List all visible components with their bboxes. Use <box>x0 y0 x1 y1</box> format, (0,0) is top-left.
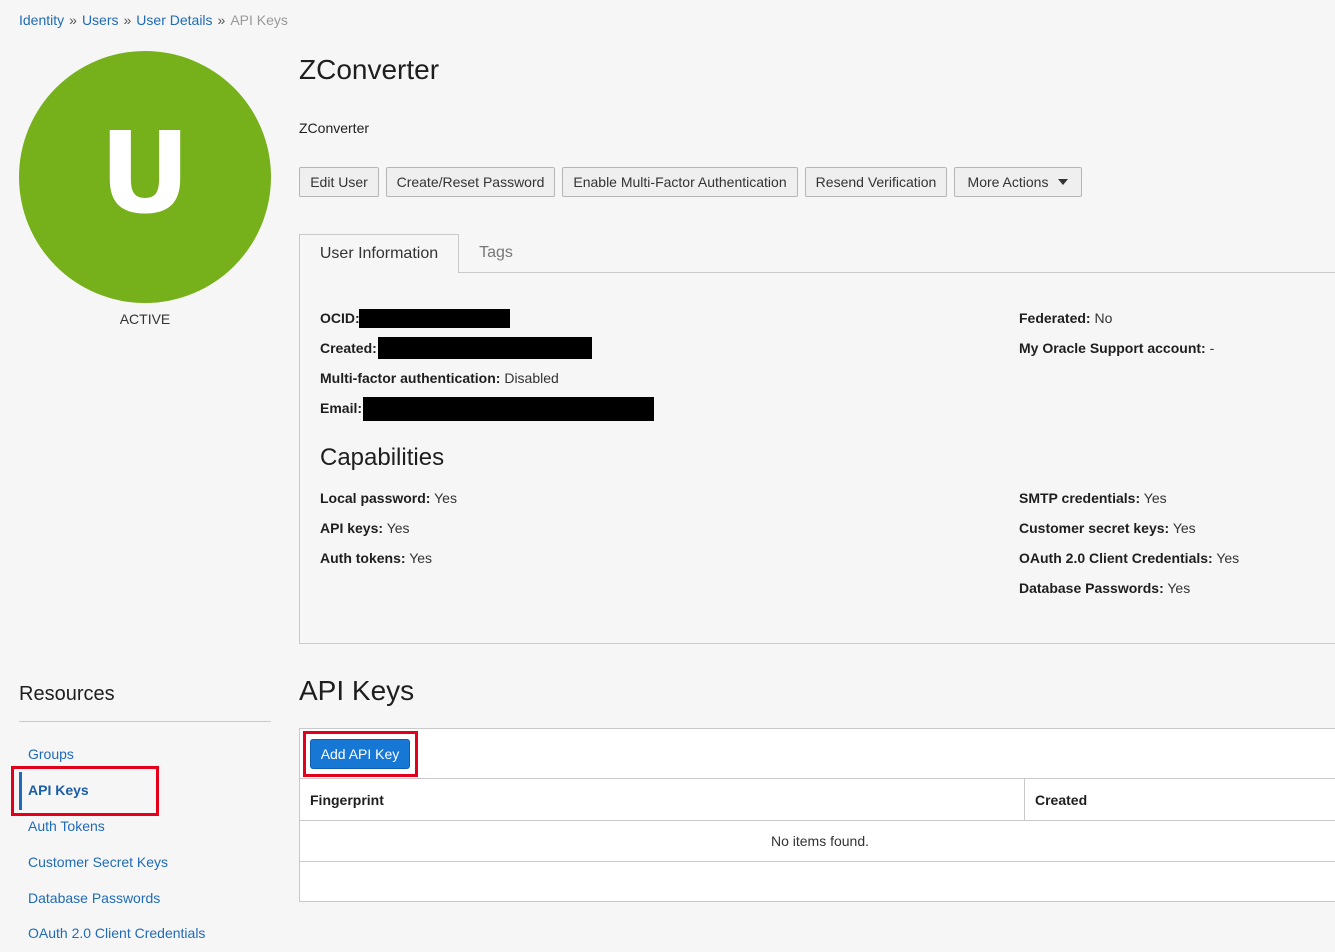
empty-table-message: No items found. <box>300 821 1335 862</box>
breadcrumb-user-details[interactable]: User Details <box>136 12 212 28</box>
avatar: U <box>19 51 271 303</box>
resource-item-groups[interactable]: Groups <box>28 746 74 762</box>
oauth-field: OAuth 2.0 Client Credentials: Yes <box>1019 550 1239 566</box>
page-title: ZConverter <box>299 54 440 85</box>
resource-item-oauth-credentials[interactable]: OAuth 2.0 Client Credentials <box>28 925 205 941</box>
created-field: Created: <box>320 340 377 356</box>
enable-mfa-button[interactable]: Enable Multi-Factor Authentication <box>562 167 798 197</box>
oauth-value: Yes <box>1216 550 1240 566</box>
federated-value: No <box>1094 310 1113 326</box>
resource-item-api-keys[interactable]: API Keys <box>28 782 89 798</box>
tab-user-information[interactable]: User Information <box>299 234 459 273</box>
user-description: ZConverter <box>299 120 370 136</box>
ocid-label: OCID: <box>320 310 360 326</box>
mfa-label: Multi-factor authentication: <box>320 370 501 386</box>
breadcrumb-separator: » <box>123 12 132 28</box>
resource-item-database-passwords[interactable]: Database Passwords <box>28 890 160 906</box>
mfa-value: Disabled <box>504 370 559 386</box>
more-actions-button[interactable]: More Actions <box>954 167 1082 197</box>
smtp-value: Yes <box>1143 490 1167 506</box>
customer-secret-field: Customer secret keys: Yes <box>1019 520 1196 536</box>
auth-tokens-label: Auth tokens: <box>320 550 406 566</box>
breadcrumb-identity[interactable]: Identity <box>19 12 64 28</box>
caret-down-icon <box>1058 179 1069 185</box>
email-label: Email: <box>320 400 363 416</box>
breadcrumb-current: API Keys <box>230 12 288 28</box>
customer-secret-value: Yes <box>1172 520 1196 536</box>
breadcrumb-users[interactable]: Users <box>82 12 119 28</box>
breadcrumb: Identity» Users» User Details» API Keys <box>19 12 288 28</box>
reset-password-button[interactable]: Create/Reset Password <box>386 167 555 197</box>
status-label: ACTIVE <box>119 311 171 327</box>
tab-tags[interactable]: Tags <box>460 234 532 272</box>
resources-divider <box>19 721 271 722</box>
oauth-label: OAuth 2.0 Client Credentials: <box>1019 550 1213 566</box>
smtp-label: SMTP credentials: <box>1019 490 1141 506</box>
redacted-email <box>363 397 654 421</box>
capabilities-title: Capabilities <box>320 444 445 471</box>
breadcrumb-separator: » <box>217 12 226 28</box>
edit-user-button[interactable]: Edit User <box>299 167 379 197</box>
redacted-created <box>378 337 592 359</box>
redacted-ocid <box>359 309 510 328</box>
support-account-value: - <box>1209 340 1215 356</box>
api-keys-capability-value: Yes <box>386 520 410 536</box>
table-header-row: Fingerprint Created <box>300 778 1335 821</box>
smtp-field: SMTP credentials: Yes <box>1019 490 1167 506</box>
column-divider <box>1024 778 1025 821</box>
resource-item-auth-tokens[interactable]: Auth Tokens <box>28 818 105 834</box>
db-passwords-value: Yes <box>1167 580 1191 596</box>
highlight-box <box>303 731 418 777</box>
resource-item-customer-secret-keys[interactable]: Customer Secret Keys <box>28 854 168 870</box>
customer-secret-label: Customer secret keys: <box>1019 520 1170 536</box>
federated-field: Federated: No <box>1019 310 1112 326</box>
avatar-initial: U <box>99 109 191 239</box>
local-password-label: Local password: <box>320 490 431 506</box>
ocid-field: OCID: <box>320 310 360 326</box>
db-passwords-label: Database Passwords: <box>1019 580 1164 596</box>
mfa-field: Multi-factor authentication: Disabled <box>320 370 559 386</box>
api-keys-title: API Keys <box>299 675 415 706</box>
more-actions-label: More Actions <box>967 174 1049 190</box>
breadcrumb-separator: » <box>69 12 77 28</box>
resend-verification-button[interactable]: Resend Verification <box>805 167 947 197</box>
support-account-field: My Oracle Support account: - <box>1019 340 1214 356</box>
federated-label: Federated: <box>1019 310 1091 326</box>
api-keys-capability-field: API keys: Yes <box>320 520 410 536</box>
auth-tokens-value: Yes <box>409 550 433 566</box>
resources-title: Resources <box>19 683 115 705</box>
auth-tokens-field: Auth tokens: Yes <box>320 550 432 566</box>
support-account-label: My Oracle Support account: <box>1019 340 1206 356</box>
local-password-value: Yes <box>434 490 457 506</box>
email-field: Email: <box>320 400 362 416</box>
empty-text: No items found. <box>770 833 870 849</box>
created-label: Created: <box>320 340 377 356</box>
column-header-created[interactable]: Created <box>1035 792 1087 808</box>
api-keys-capability-label: API keys: <box>320 520 384 536</box>
db-passwords-field: Database Passwords: Yes <box>1019 580 1190 596</box>
local-password-field: Local password: Yes <box>320 490 457 506</box>
column-header-fingerprint[interactable]: Fingerprint <box>310 792 384 808</box>
